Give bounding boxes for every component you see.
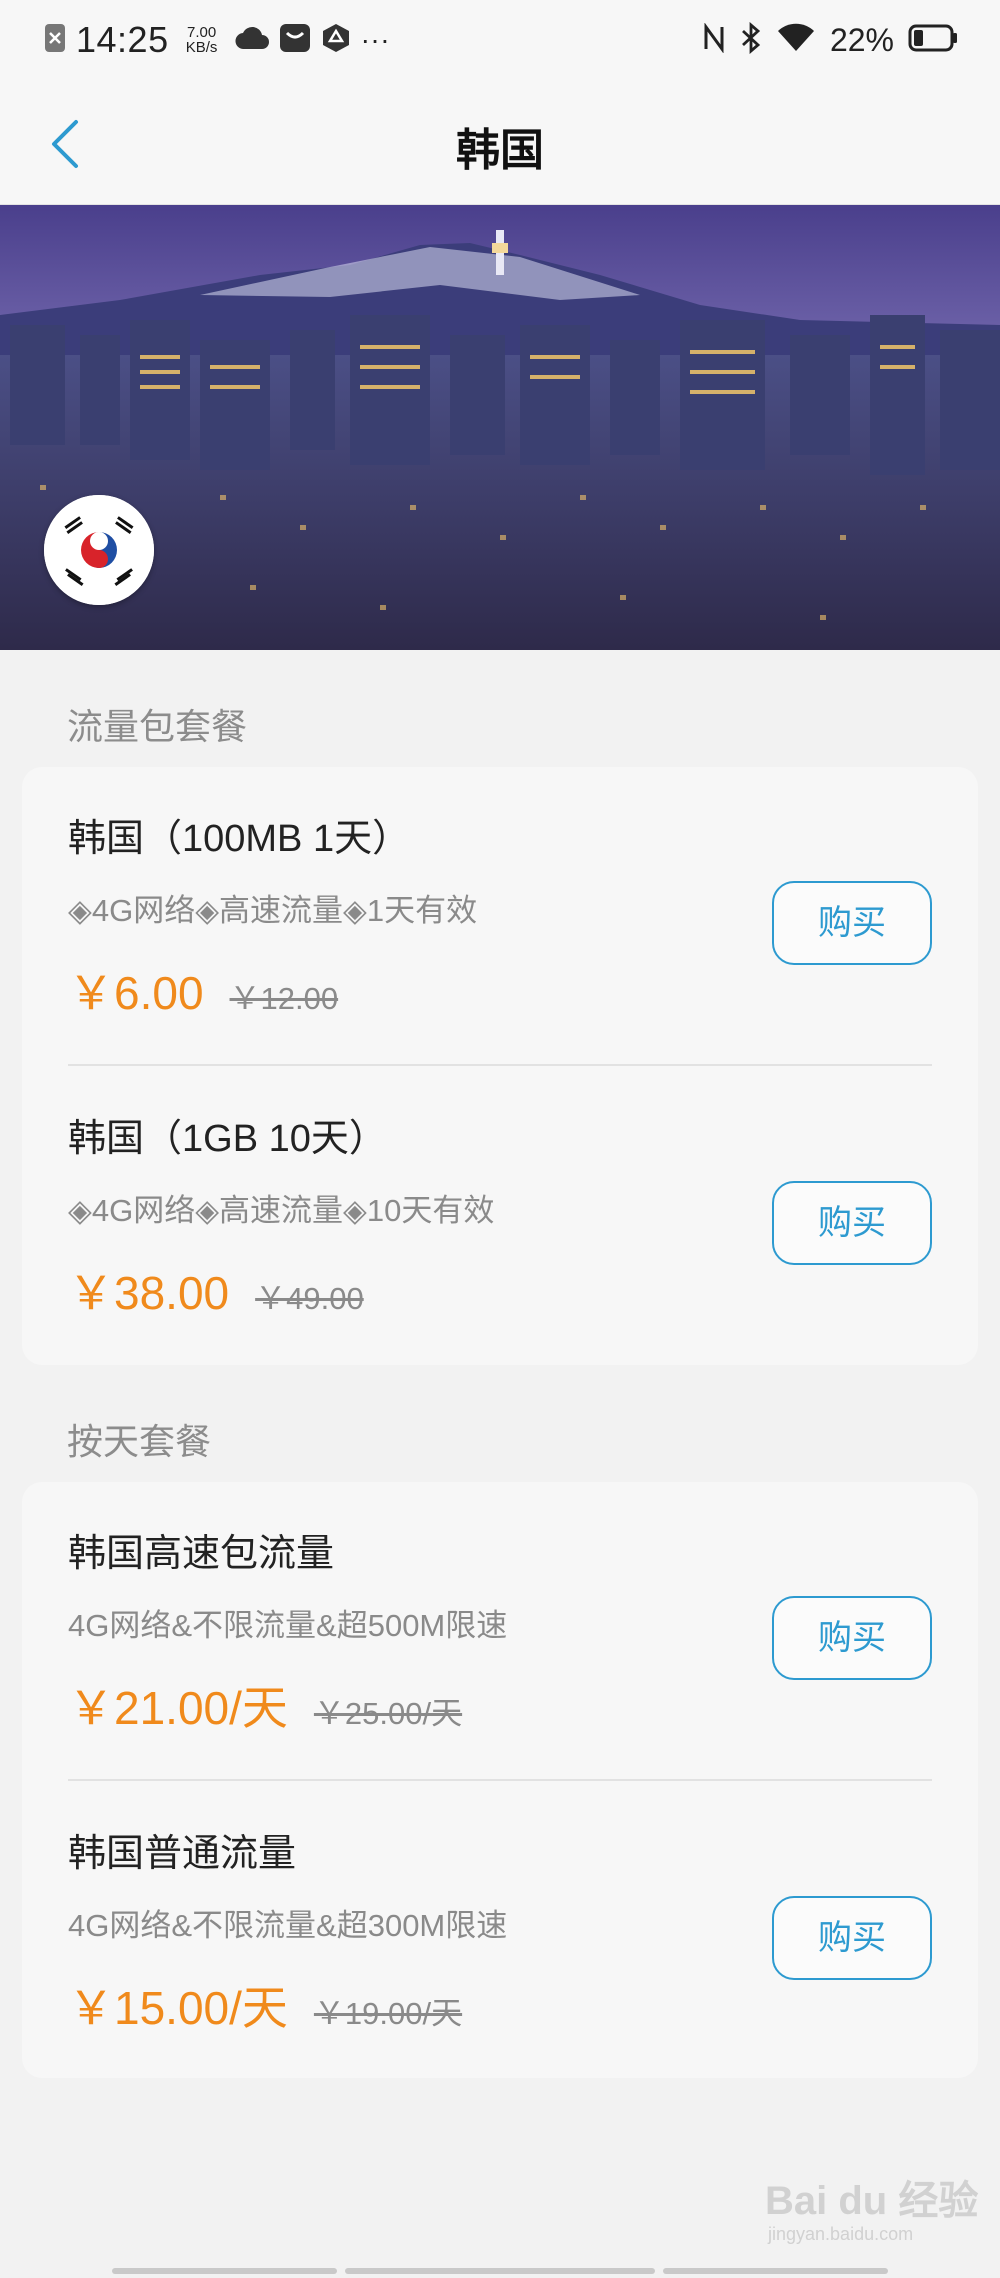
network-speed: 7.00 KB/s xyxy=(179,25,225,55)
plan-original-price: ￥19.00/天 xyxy=(313,1996,463,2031)
baidu-watermark-url: jingyan.baidu.com xyxy=(768,2224,914,2244)
plan-item: 韩国（1GB 10天） ◈4G网络◈高速流量◈10天有效 ￥38.00 ￥49.… xyxy=(22,1067,978,1367)
battery-percent: 22% xyxy=(829,21,894,58)
plan-item: 韩国普通流量 4G网络&不限流量&超300M限速 ￥15.00/天 ￥19.00… xyxy=(22,1782,978,2082)
nav-gesture-bar xyxy=(112,2268,337,2274)
buy-button[interactable]: 购买 xyxy=(772,1596,932,1680)
price-row: ￥15.00/天 ￥19.00/天 xyxy=(68,1972,462,2038)
baidu-watermark: Bai du 经验 xyxy=(765,2179,979,2223)
nfc-icon xyxy=(702,21,726,58)
divider xyxy=(68,1779,932,1781)
nav-gesture-bar xyxy=(663,2268,888,2274)
notification-blocked-icon xyxy=(44,23,66,58)
plan-price: ￥21.00/天 xyxy=(68,1682,288,1734)
status-time: 14:25 xyxy=(76,19,169,60)
more-notifications-icon: ··· xyxy=(360,24,391,55)
shield-app-icon xyxy=(321,23,351,58)
wifi-icon xyxy=(776,23,816,58)
page-title: 韩国 xyxy=(456,126,544,175)
plan-description: 4G网络&不限流量&超300M限速 xyxy=(68,1908,508,1943)
data-pack-card: 韩国（100MB 1天） ◈4G网络◈高速流量◈1天有效 ￥6.00 ￥12.0… xyxy=(22,767,978,1365)
battery-icon xyxy=(908,24,958,57)
plan-description: 4G网络&不限流量&超500M限速 xyxy=(68,1608,508,1643)
network-speed-value: 7.00 xyxy=(186,24,217,41)
daily-plan-card: 韩国高速包流量 4G网络&不限流量&超500M限速 ￥21.00/天 ￥25.0… xyxy=(22,1482,978,2078)
plan-description: ◈4G网络◈高速流量◈10天有效 xyxy=(68,1193,495,1228)
bluetooth-icon xyxy=(740,21,762,59)
buy-button[interactable]: 购买 xyxy=(772,1181,932,1265)
plan-name: 韩国高速包流量 xyxy=(68,1533,335,1575)
plan-item: 韩国高速包流量 4G网络&不限流量&超500M限速 ￥21.00/天 ￥25.0… xyxy=(22,1482,978,1782)
nav-header: 韩国 xyxy=(0,80,1000,205)
plan-price: ￥6.00 xyxy=(68,967,204,1019)
plan-original-price: ￥12.00 xyxy=(229,981,339,1016)
price-row: ￥38.00 ￥49.00 xyxy=(68,1257,364,1323)
seoul-city-night-image xyxy=(0,205,1000,650)
buy-button[interactable]: 购买 xyxy=(772,1896,932,1980)
plan-original-price: ￥49.00 xyxy=(255,1281,364,1316)
korea-flag-icon xyxy=(44,495,154,605)
status-bar: 14:25 7.00 KB/s ··· 22% xyxy=(0,0,1000,80)
plan-price: ￥38.00 xyxy=(68,1267,230,1319)
price-row: ￥6.00 ￥12.00 xyxy=(68,957,338,1023)
plan-original-price: ￥25.00/天 xyxy=(313,1696,463,1731)
plan-name: 韩国（100MB 1天） xyxy=(68,818,411,860)
plan-price: ￥15.00/天 xyxy=(68,1982,288,2034)
divider xyxy=(68,1064,932,1066)
buy-button[interactable]: 购买 xyxy=(772,881,932,965)
price-row: ￥21.00/天 ￥25.00/天 xyxy=(68,1672,462,1738)
network-speed-unit: KB/s xyxy=(185,39,218,56)
cloud-icon xyxy=(235,25,269,56)
section-title-daily-plans: 按天套餐 xyxy=(67,1421,212,1462)
section-title-data-packs: 流量包套餐 xyxy=(67,706,248,747)
plan-name: 韩国普通流量 xyxy=(68,1833,297,1875)
nav-gesture-bar xyxy=(345,2268,655,2274)
mail-box-icon xyxy=(279,23,311,58)
plan-description: ◈4G网络◈高速流量◈1天有效 xyxy=(68,893,478,928)
banner-image xyxy=(0,205,1000,650)
plan-item: 韩国（100MB 1天） ◈4G网络◈高速流量◈1天有效 ￥6.00 ￥12.0… xyxy=(22,767,978,1067)
plan-name: 韩国（1GB 10天） xyxy=(68,1118,387,1160)
